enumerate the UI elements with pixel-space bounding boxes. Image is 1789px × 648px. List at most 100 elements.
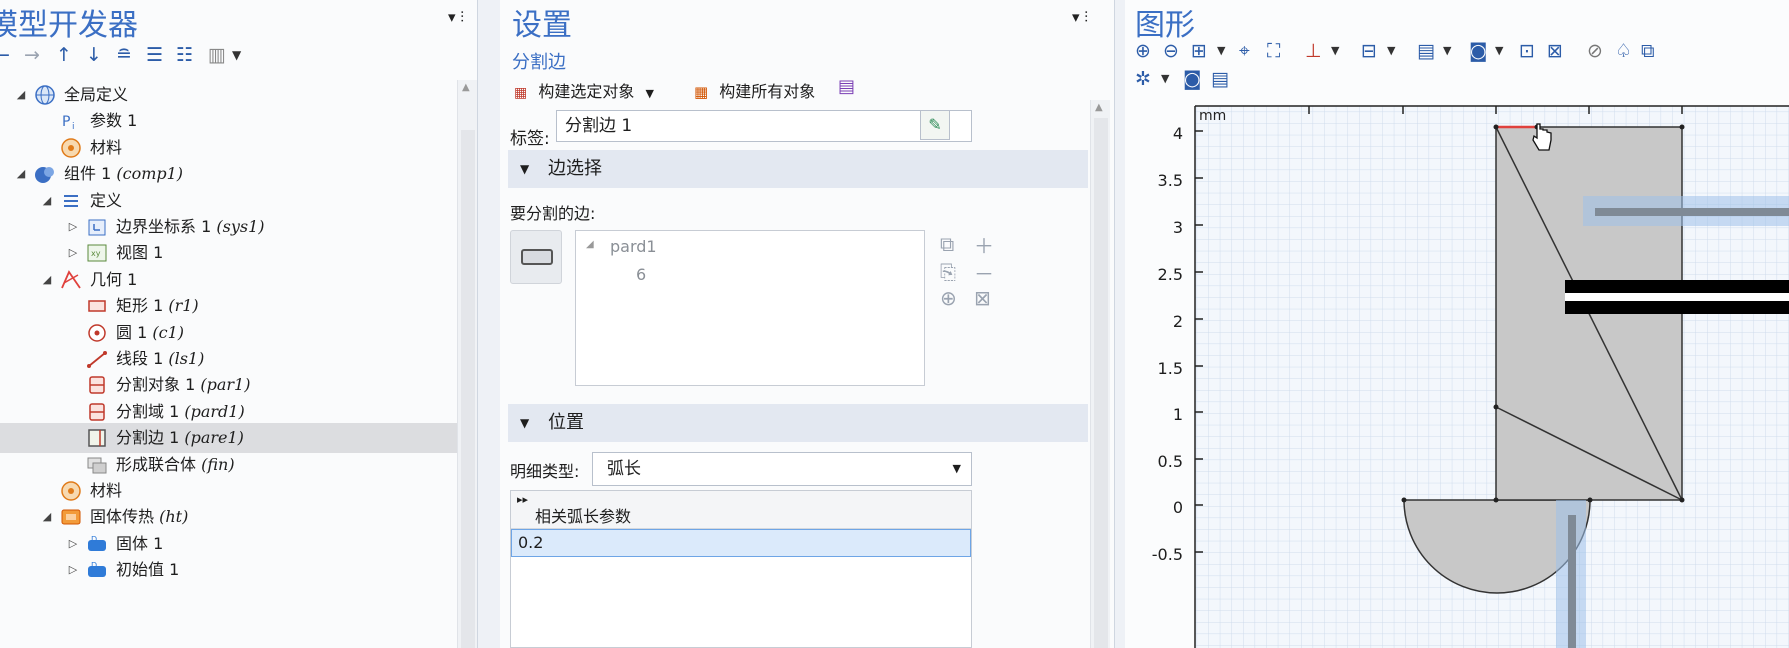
material-icon (60, 480, 82, 502)
y-tick-label: 3.5 (1157, 171, 1183, 190)
axis-orientation-icon[interactable]: ⊥ (1305, 40, 1322, 62)
line-icon (86, 348, 108, 370)
edit-label-icon[interactable]: ✎ (920, 110, 950, 140)
tree-item-label: 圆 1 (116, 322, 153, 342)
show-icon[interactable]: ≘ (116, 44, 132, 66)
position-section[interactable]: ▼ 位置 (508, 404, 1088, 442)
settings-pin-icon[interactable]: ▾ ⫶ (1072, 8, 1088, 26)
search-icon[interactable]: ♤ (1615, 40, 1632, 62)
overlay-bar-lower-core (1568, 515, 1576, 648)
y-tick-label: 0 (1172, 498, 1183, 517)
copy-view-icon[interactable]: ⧉ (1641, 40, 1655, 62)
add-icon[interactable]: ＋ (974, 230, 994, 259)
chevron-down-icon[interactable]: ▼ (1217, 44, 1225, 57)
chevron-down-icon[interactable]: ▼ (645, 87, 653, 100)
chevron-down-icon[interactable]: ▼ (1161, 72, 1169, 85)
settings-scrollbar[interactable]: ▲ (1090, 100, 1110, 648)
zoom-extents-icon[interactable]: ⛶ (1267, 40, 1280, 62)
tree-item-tag: (pare1) (184, 428, 244, 448)
collapse-all-icon[interactable]: ☷ (176, 44, 193, 66)
chevron-down-icon[interactable]: ▼ (1331, 44, 1339, 57)
spec-type-caption: 明细类型: (510, 462, 580, 481)
view-options-icon[interactable]: ▥ (208, 44, 226, 66)
label-field[interactable]: 分割边 1 (556, 110, 972, 142)
table-collapse-icon[interactable]: ▸▸ (517, 493, 528, 506)
tree-item-initial-values[interactable]: ▷ D 初始值 1 (0, 555, 458, 585)
tree-item-label: 分割边 1 (116, 428, 185, 448)
edge-selection-list[interactable]: ◢ pard1 6 (575, 230, 925, 386)
move-up-icon[interactable]: ↑ (56, 44, 72, 66)
graphics-title: 图形 (1135, 8, 1195, 43)
zoom-box-icon[interactable]: ⊞ (1191, 40, 1207, 62)
definitions-icon (60, 190, 82, 212)
circle-icon (86, 322, 108, 344)
copy-icon[interactable]: ⧉ (940, 232, 954, 256)
render-icon[interactable]: ▤ (1417, 40, 1435, 62)
zoom-in-icon[interactable]: ⊕ (1135, 40, 1151, 62)
hide-icon[interactable]: ⊘ (1587, 40, 1603, 62)
display-icon[interactable]: ◙ (1469, 40, 1487, 62)
forward-icon[interactable]: → (24, 44, 40, 66)
tree-item-tag: (c1) (152, 322, 184, 342)
tree-item-label: 固体传热 (90, 507, 160, 527)
panel-pin-icon[interactable]: ▾ ⫶ (448, 8, 464, 26)
chevron-down-icon[interactable]: ▼ (1387, 44, 1395, 57)
tree-item-tag: (comp1) (116, 164, 184, 184)
chevron-down-icon[interactable]: ▼ (1495, 44, 1503, 57)
list-parent-item[interactable]: pard1 (610, 237, 657, 256)
tree-item-label: 线段 1 (116, 349, 169, 368)
camera-icon[interactable]: ◙ (1183, 68, 1201, 90)
y-tick-label: 2.5 (1157, 265, 1183, 284)
y-tick-label: 1 (1172, 405, 1183, 424)
view-icon: xy (86, 242, 108, 264)
svg-text:P: P (62, 114, 70, 130)
list-expand-icon[interactable]: ◢ (586, 239, 594, 250)
build-selected-button[interactable]: ▦ 构建选定对象 ▼ (514, 78, 654, 102)
tree-item-tag: (fin) (201, 454, 235, 474)
reset-view-icon[interactable]: ✲ (1135, 68, 1151, 90)
rect-icon (86, 295, 108, 317)
paste-icon[interactable]: ⎘ (940, 260, 956, 284)
back-icon[interactable]: ← (0, 44, 10, 66)
expand-arrow-icon[interactable]: ▷ (66, 555, 80, 585)
material-icon (60, 137, 82, 159)
model-builder-panel: 模型开发器 ▾ ⫶ ← → ↑ ↓ ≘ ☰ ☷ ▥ ▼ ◢全局定义Pi参数 1材… (0, 0, 478, 648)
settings-title: 设置 (512, 8, 572, 43)
build-all-icon: ▦ (694, 83, 709, 101)
chevron-down-icon[interactable]: ▼ (953, 453, 961, 485)
clear-select-icon[interactable]: ⊠ (1547, 40, 1563, 62)
toolbar-dropdown-icon[interactable]: ▼ (232, 48, 241, 62)
label-caption: 标签: (510, 129, 550, 149)
list-child-item[interactable]: 6 (636, 265, 646, 284)
y-tick-label: 2 (1172, 312, 1183, 331)
svg-text:xy: xy (91, 249, 101, 258)
graphics-canvas[interactable]: mm (1185, 100, 1789, 648)
overlay-bar-upper-core (1595, 208, 1789, 216)
edge-selection-section[interactable]: ▼ 边选择 (508, 150, 1088, 188)
param-value-cell[interactable]: 0.2 (511, 529, 971, 557)
param-table: ▸▸ 相关弧长参数 0.2 (510, 490, 972, 648)
clear-selection-icon[interactable]: ⊠ (974, 286, 991, 310)
build-all-button[interactable]: ▦ 构建所有对象 (694, 78, 815, 102)
select-all-icon[interactable]: ⊡ (1519, 40, 1535, 62)
chevron-down-icon[interactable]: ▼ (1443, 44, 1451, 57)
zoom-out-icon[interactable]: ⊖ (1163, 40, 1179, 62)
geometry-icon (60, 269, 82, 291)
selection-mode-icon[interactable]: ⊟ (1361, 40, 1377, 62)
print-icon[interactable]: ▤ (1211, 68, 1229, 90)
remove-icon[interactable]: － (974, 258, 994, 287)
build-options-icon[interactable]: ▤ (838, 76, 855, 97)
expand-all-icon[interactable]: ☰ (146, 44, 163, 66)
center-icon[interactable]: ⌖ (1239, 40, 1250, 62)
svg-text:D: D (91, 561, 97, 570)
model-tree-scrollbar[interactable]: ▲ (457, 80, 477, 648)
collapse-icon: ▼ (520, 416, 530, 430)
tree-item-tag: (par1) (200, 375, 251, 395)
spec-type-select[interactable]: 弧长 ▼ (592, 452, 972, 486)
unit-label: mm (1199, 108, 1226, 124)
move-down-icon[interactable]: ↓ (86, 44, 102, 66)
tree-item-label: 边界坐标系 1 (116, 217, 217, 236)
toggle-icon (521, 249, 553, 265)
active-selection-toggle[interactable] (510, 230, 562, 284)
zoom-selection-icon[interactable]: ⊕ (940, 286, 957, 310)
